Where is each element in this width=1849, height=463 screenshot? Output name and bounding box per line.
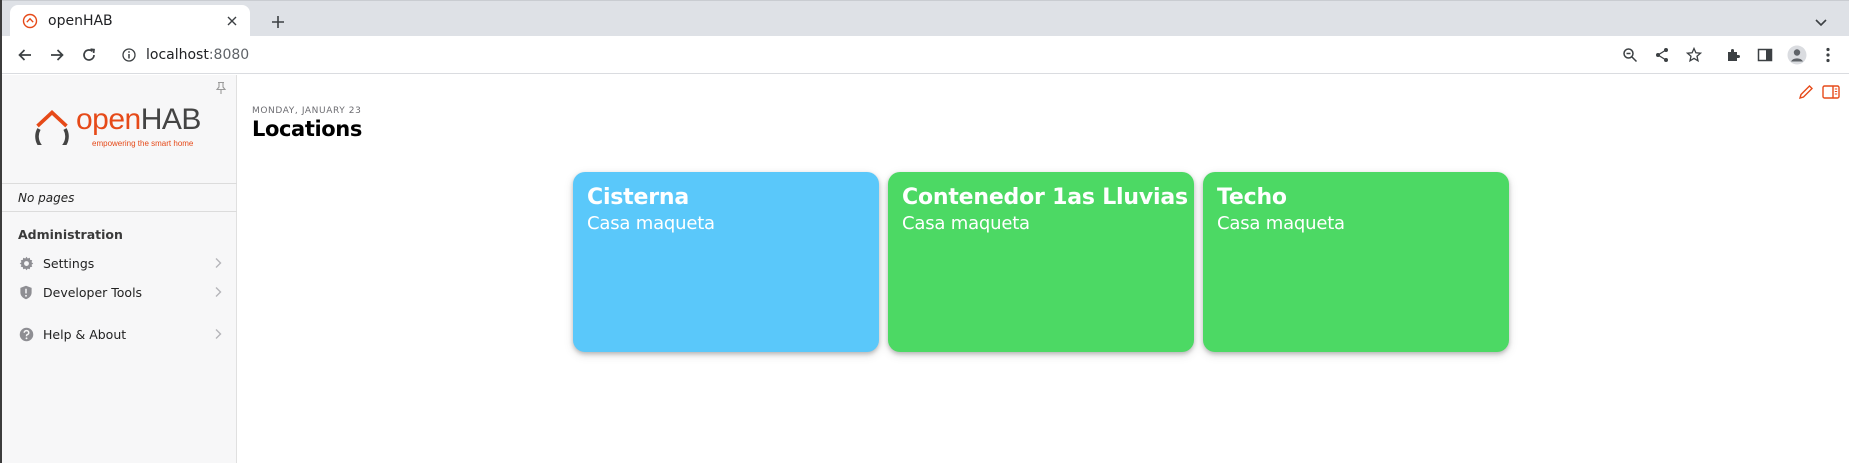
zoom-icon[interactable] — [1616, 41, 1644, 69]
main-content: MONDAY, JANUARY 23 Locations Cisterna Ca… — [238, 75, 1849, 463]
browser-menu-kebab-icon[interactable] — [1814, 41, 1842, 69]
bookmark-star-icon[interactable] — [1680, 41, 1708, 69]
sidebar-divider — [2, 211, 237, 212]
forward-arrow-icon[interactable] — [43, 41, 71, 69]
card-title: Cisterna — [587, 185, 689, 210]
tab-strip: openHAB — [2, 0, 1849, 37]
edit-pencil-icon[interactable] — [1798, 84, 1814, 100]
tab-close-icon[interactable] — [222, 11, 242, 31]
browser-toolbar: localhost:8080 — [2, 36, 1849, 74]
page-date: MONDAY, JANUARY 23 — [252, 106, 362, 116]
toggle-panel-icon[interactable] — [1822, 84, 1840, 100]
browser-window: openHAB localhost:8080 openHAB empoweri… — [0, 0, 1849, 463]
profile-avatar-icon[interactable] — [1783, 41, 1811, 69]
new-tab-icon[interactable] — [264, 8, 292, 36]
sidebar: openHAB empowering the smart home No pag… — [2, 75, 237, 463]
openhab-favicon-icon — [22, 13, 38, 29]
tab-title: openHAB — [48, 13, 113, 29]
page-title: Locations — [252, 117, 362, 141]
extensions-puzzle-icon[interactable] — [1719, 41, 1747, 69]
openhab-logo[interactable]: openHAB empowering the smart home — [32, 103, 212, 153]
chevron-right-icon — [215, 287, 222, 297]
card-subtitle: Casa maqueta — [1217, 213, 1345, 234]
sidebar-item-help-about[interactable]: Help & About — [2, 320, 237, 348]
pin-sidebar-icon[interactable] — [214, 81, 228, 95]
card-title: Techo — [1217, 185, 1287, 210]
openhab-logo-mark-icon — [35, 110, 69, 145]
location-card-cisterna[interactable]: Cisterna Casa maqueta — [573, 172, 879, 352]
no-pages-label: No pages — [18, 191, 75, 205]
gear-icon — [18, 255, 34, 271]
question-icon — [18, 326, 34, 342]
share-icon[interactable] — [1648, 41, 1676, 69]
card-title: Contenedor 1as Lluvias — [902, 185, 1188, 210]
sidebar-item-settings[interactable]: Settings — [2, 249, 237, 277]
card-subtitle: Casa maqueta — [587, 213, 715, 234]
chevron-right-icon — [215, 258, 222, 268]
sidebar-divider — [2, 183, 237, 184]
tab-search-chevron-down-icon[interactable] — [1807, 8, 1835, 36]
address-bar[interactable]: localhost:8080 — [112, 39, 1632, 71]
card-subtitle: Casa maqueta — [902, 213, 1030, 234]
sidebar-item-label: Settings — [43, 255, 95, 271]
logo-tagline: empowering the smart home — [92, 139, 194, 148]
sidebar-item-label: Developer Tools — [43, 284, 143, 300]
back-arrow-icon[interactable] — [11, 41, 39, 69]
url-host: localhost — [146, 47, 209, 63]
side-panel-icon[interactable] — [1751, 41, 1779, 69]
reload-icon[interactable] — [75, 41, 103, 69]
location-card-techo[interactable]: Techo Casa maqueta — [1203, 172, 1509, 352]
shield-icon — [18, 284, 34, 300]
location-card-contenedor[interactable]: Contenedor 1as Lluvias Casa maqueta — [888, 172, 1194, 352]
administration-heading: Administration — [18, 227, 123, 242]
sidebar-item-developer-tools[interactable]: Developer Tools — [2, 278, 237, 306]
browser-tab[interactable]: openHAB — [10, 5, 250, 37]
sidebar-item-label: Help & About — [43, 326, 127, 342]
site-info-icon[interactable] — [122, 48, 136, 62]
logo-wordmark: openHAB — [76, 103, 201, 136]
url-port: :8080 — [208, 47, 250, 63]
chevron-right-icon — [215, 329, 222, 339]
